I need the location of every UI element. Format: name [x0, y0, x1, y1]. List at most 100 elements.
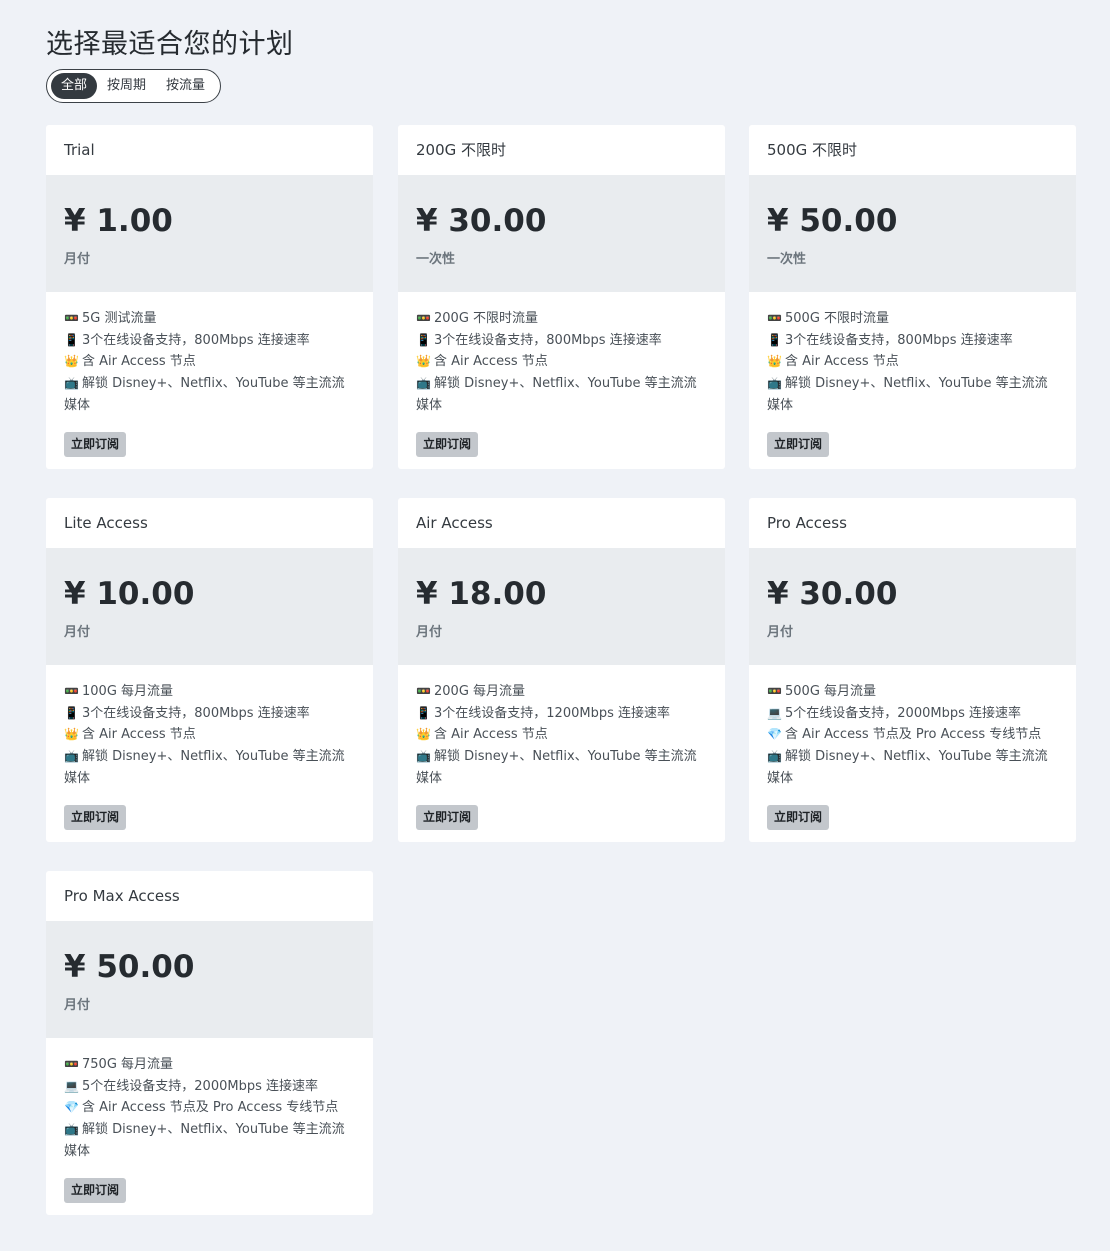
feature-icon: 👑: [64, 354, 79, 369]
plan-price: ¥ 30.00: [767, 576, 898, 612]
plan-card: Pro Max Access ¥ 50.00 月付 🚥 750G 每月流量 💻 5个在…: [46, 871, 373, 1215]
feature-text: 500G 不限时流量: [785, 311, 890, 326]
plan-name: Air Access: [416, 514, 493, 532]
plan-feature-item: 🚥 5G 测试流量: [64, 308, 355, 330]
feature-icon: 📺: [416, 749, 431, 764]
feature-text: 5个在线设备支持，2000Mbps 连接速率: [82, 1078, 318, 1094]
plan-card: Pro Access ¥ 30.00 月付 🚥 500G 每月流量 💻 5个在线设备支…: [749, 498, 1076, 842]
plan-feature-item: 📱 3个在线设备支持，800Mbps 连接速率: [767, 330, 1058, 352]
plan-filter-group: 全部 按周期 按流量: [46, 69, 221, 103]
feature-text: 3个在线设备支持，800Mbps 连接速率: [434, 332, 662, 348]
feature-icon: 📺: [767, 376, 782, 391]
subscribe-button[interactable]: 立即订阅: [767, 431, 830, 457]
plan-name: Pro Max Access: [64, 887, 180, 905]
plan-feature-item: 👑 含 Air Access 节点: [416, 351, 707, 373]
plan-feature-item: 👑 含 Air Access 节点: [767, 351, 1058, 373]
plan-feature-item: 📺 解锁 Disney+、Netflix、YouTube 等主流流媒体: [64, 746, 355, 789]
feature-text: 解锁 Disney+、Netflix、YouTube 等主流流媒体: [767, 749, 1048, 786]
feature-text: 含 Air Access 节点: [82, 354, 196, 370]
plan-feature-item: 📺 解锁 Disney+、Netflix、YouTube 等主流流媒体: [64, 373, 355, 416]
feature-text: 200G 不限时流量: [434, 311, 539, 326]
plan-feature-item: 👑 含 Air Access 节点: [64, 351, 355, 373]
feature-icon: 🚥: [767, 684, 782, 698]
feature-text: 5个在线设备支持，2000Mbps 连接速率: [785, 705, 1021, 721]
plan-feature-item: 📱 3个在线设备支持，800Mbps 连接速率: [64, 703, 355, 725]
feature-text: 含 Air Access 节点: [82, 727, 196, 743]
feature-text: 3个在线设备支持，800Mbps 连接速率: [82, 705, 310, 721]
plan-price: ¥ 50.00: [767, 203, 898, 239]
plan-feature-list: 🚥 200G 每月流量 📱 3个在线设备支持，1200Mbps 连接速率 👑 含 Air …: [416, 681, 707, 790]
plan-feature-item: 📺 解锁 Disney+、Netflix、YouTube 等主流流媒体: [416, 373, 707, 416]
feature-icon: 📱: [64, 705, 79, 720]
plan-feature-item: 👑 含 Air Access 节点: [416, 724, 707, 746]
plan-body: 🚥 100G 每月流量 📱 3个在线设备支持，800Mbps 连接速率 👑 含 Air A…: [46, 665, 373, 830]
plan-feature-list: 🚥 500G 不限时流量 📱 3个在线设备支持，800Mbps 连接速率 👑 含 Air …: [767, 308, 1058, 417]
plan-name: Trial: [64, 141, 95, 159]
plan-price: ¥ 30.00: [416, 203, 547, 239]
feature-text: 解锁 Disney+、Netflix、YouTube 等主流流媒体: [416, 749, 697, 786]
plan-feature-item: 💎 含 Air Access 节点及 Pro Access 专线节点: [767, 724, 1058, 746]
feature-icon: 🚥: [416, 311, 431, 325]
feature-text: 3个在线设备支持，1200Mbps 连接速率: [434, 705, 670, 721]
filter-by-period-button[interactable]: 按周期: [97, 73, 156, 99]
feature-icon: 👑: [416, 354, 431, 369]
subscribe-button[interactable]: 立即订阅: [64, 1177, 127, 1203]
page-title: 选择最适合您的计划: [46, 29, 294, 60]
plan-feature-item: 📺 解锁 Disney+、Netflix、YouTube 等主流流媒体: [64, 1119, 355, 1162]
plan-period: 一次性: [767, 252, 807, 267]
feature-text: 3个在线设备支持，800Mbps 连接速率: [82, 332, 310, 348]
feature-icon: 🚥: [416, 684, 431, 698]
plan-price: ¥ 18.00: [416, 576, 547, 612]
subscribe-button[interactable]: 立即订阅: [64, 431, 127, 457]
filter-by-traffic-button[interactable]: 按流量: [156, 73, 215, 99]
plan-card: Trial ¥ 1.00 月付 🚥 5G 测试流量 📱 3个在线设备支持，800Mbp…: [46, 125, 373, 469]
feature-text: 含 Air Access 节点: [434, 354, 548, 370]
feature-text: 3个在线设备支持，800Mbps 连接速率: [785, 332, 1013, 348]
plan-period: 月付: [64, 625, 91, 640]
feature-text: 100G 每月流量: [82, 684, 174, 699]
plan-feature-item: 💻 5个在线设备支持，2000Mbps 连接速率: [64, 1076, 355, 1098]
plan-feature-item: 📱 3个在线设备支持，800Mbps 连接速率: [416, 330, 707, 352]
plan-body: 🚥 750G 每月流量 💻 5个在线设备支持，2000Mbps 连接速率 💎 含 Air …: [46, 1038, 373, 1203]
plan-price: ¥ 10.00: [64, 576, 195, 612]
feature-text: 750G 每月流量: [82, 1057, 174, 1072]
plan-feature-item: 📱 3个在线设备支持，800Mbps 连接速率: [64, 330, 355, 352]
plan-feature-item: 💻 5个在线设备支持，2000Mbps 连接速率: [767, 703, 1058, 725]
plans-page: 选择最适合您的计划 全部 按周期 按流量 Trial ¥ 1.00 月付 🚥 5G…: [0, 0, 1110, 1251]
feature-text: 解锁 Disney+、Netflix、YouTube 等主流流媒体: [64, 376, 345, 413]
plan-period: 月付: [64, 998, 91, 1013]
feature-text: 含 Air Access 节点: [434, 727, 548, 743]
plan-price-block: ¥ 1.00 月付: [46, 175, 373, 292]
feature-icon: 🚥: [64, 684, 79, 698]
feature-text: 含 Air Access 节点及 Pro Access 专线节点: [785, 727, 1042, 743]
plan-feature-list: 🚥 500G 每月流量 💻 5个在线设备支持，2000Mbps 连接速率 💎 含 Air …: [767, 681, 1058, 790]
subscribe-button[interactable]: 立即订阅: [767, 804, 830, 830]
feature-text: 解锁 Disney+、Netflix、YouTube 等主流流媒体: [416, 376, 697, 413]
plan-feature-item: 📱 3个在线设备支持，1200Mbps 连接速率: [416, 703, 707, 725]
plan-body: 🚥 500G 每月流量 💻 5个在线设备支持，2000Mbps 连接速率 💎 含 Air …: [749, 665, 1076, 830]
feature-text: 5G 测试流量: [82, 311, 157, 326]
subscribe-button[interactable]: 立即订阅: [416, 804, 479, 830]
feature-text: 解锁 Disney+、Netflix、YouTube 等主流流媒体: [64, 749, 345, 786]
feature-text: 含 Air Access 节点: [785, 354, 899, 370]
plan-price-block: ¥ 10.00 月付: [46, 548, 373, 665]
feature-icon: 📺: [416, 376, 431, 391]
plan-feature-item: 📺 解锁 Disney+、Netflix、YouTube 等主流流媒体: [767, 746, 1058, 789]
feature-icon: 📱: [416, 705, 431, 720]
subscribe-button[interactable]: 立即订阅: [64, 804, 127, 830]
plan-feature-item: 🚥 500G 不限时流量: [767, 308, 1058, 330]
plan-feature-item: 🚥 200G 不限时流量: [416, 308, 707, 330]
plan-price: ¥ 1.00: [64, 203, 173, 239]
feature-icon: 📱: [64, 332, 79, 347]
plan-feature-item: 🚥 200G 每月流量: [416, 681, 707, 703]
feature-icon: 💎: [64, 1100, 79, 1115]
plan-feature-list: 🚥 5G 测试流量 📱 3个在线设备支持，800Mbps 连接速率 👑 含 Air Acc…: [64, 308, 355, 417]
plan-card: Air Access ¥ 18.00 月付 🚥 200G 每月流量 📱 3个在线设备支…: [398, 498, 725, 842]
feature-icon: 👑: [767, 354, 782, 369]
plan-price-block: ¥ 50.00 月付: [46, 921, 373, 1038]
plan-feature-list: 🚥 750G 每月流量 💻 5个在线设备支持，2000Mbps 连接速率 💎 含 Air …: [64, 1054, 355, 1163]
plan-price-block: ¥ 30.00 月付: [749, 548, 1076, 665]
filter-all-button[interactable]: 全部: [51, 73, 98, 99]
subscribe-button[interactable]: 立即订阅: [416, 431, 479, 457]
plan-body: 🚥 500G 不限时流量 📱 3个在线设备支持，800Mbps 连接速率 👑 含 Air …: [749, 292, 1076, 457]
